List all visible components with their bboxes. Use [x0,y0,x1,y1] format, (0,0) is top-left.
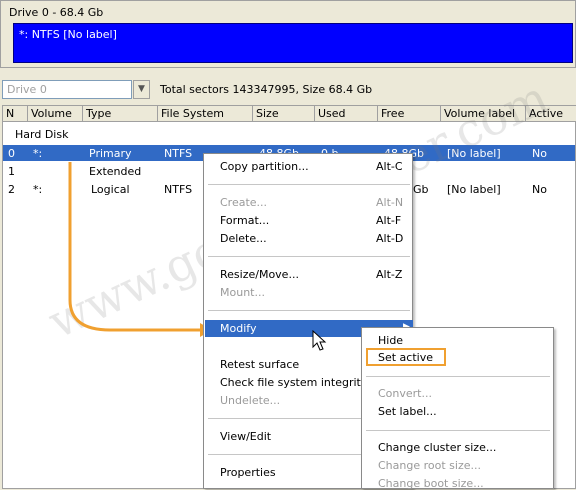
menu-item-delete[interactable]: Delete... [220,232,267,245]
menu-item-change-cluster-size[interactable]: Change cluster size... [378,441,496,454]
menu-separator [366,376,550,377]
menu-item-mount: Mount... [220,286,265,299]
menu-separator [366,430,550,431]
menu-item-set-active-label: Set active [378,351,433,364]
menu-item-format[interactable]: Format... [220,214,269,227]
menu-item-set-active[interactable]: Set active [366,348,446,366]
menu-item-change-root-size: Change root size... [378,459,481,472]
menu-item-resize-move[interactable]: Resize/Move... [220,268,299,281]
menu-item-check-fs[interactable]: Check file system integrity... [220,376,376,389]
menu-item-create: Create... [220,196,268,209]
menu-separator [208,256,410,257]
menu-item-change-boot-size: Change boot size... [378,477,484,490]
arrow-path [68,162,200,332]
shortcut-create: Alt-N [376,196,404,209]
menu-item-modify-label: Modify [220,322,257,335]
menu-item-undelete: Undelete... [220,394,281,407]
menu-item-copy-partition[interactable]: Copy partition... [220,160,309,173]
menu-item-properties[interactable]: Properties [220,466,276,479]
shortcut-resize-move: Alt-Z [376,268,403,281]
menu-item-convert: Convert... [378,387,432,400]
menu-item-set-label[interactable]: Set label... [378,405,437,418]
mouse-cursor-icon [312,330,327,351]
menu-item-view-edit[interactable]: View/Edit [220,430,271,443]
menu-item-retest-surface[interactable]: Retest surface [220,358,299,371]
menu-item-hide[interactable]: Hide [378,334,403,347]
shortcut-format: Alt-F [376,214,402,227]
shortcut-copy-partition: Alt-C [376,160,403,173]
menu-separator [208,184,410,185]
menu-separator [208,310,410,311]
modify-submenu: Hide Set active Convert... Set label... … [361,327,554,490]
shortcut-delete: Alt-D [376,232,404,245]
